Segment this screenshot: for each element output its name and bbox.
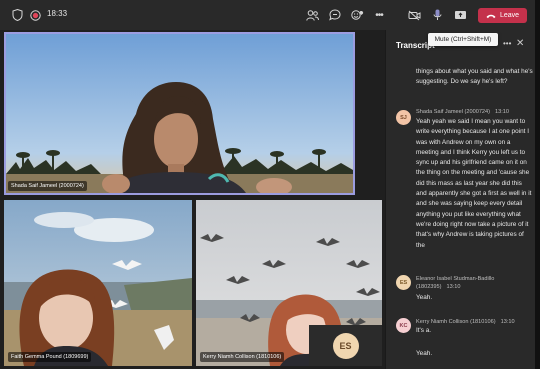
meeting-toolbar: 18:33 ••• Leave	[0, 0, 540, 30]
share-screen-icon[interactable]	[453, 8, 467, 22]
participant-tile-kerry[interactable]: Kerry Niamh Collison (1810106) ES	[196, 200, 382, 366]
leave-label: Leave	[499, 12, 520, 19]
transcript-text: It's a.	[416, 327, 432, 334]
speaker-name: Kerry Niamh Collison (1810106)	[416, 319, 496, 325]
message-time: 13:10	[446, 284, 461, 290]
transcript-panel: Transcript ••• ✕ things about what you s…	[385, 30, 540, 369]
participant-name-label: Shada Saif Jameel (2000724)	[8, 181, 87, 191]
camera-off-icon[interactable]	[407, 8, 421, 22]
message-time: 13:10	[495, 109, 510, 115]
transcript-header: Shada Saif Jameel (2000724) 13:10	[416, 108, 509, 116]
more-options-icon[interactable]: •••	[372, 8, 386, 22]
participant-name-label: Faith Gemma Pound (1809699)	[8, 352, 92, 362]
leave-button[interactable]: Leave	[478, 8, 527, 23]
speaker-avatar: SJ	[396, 110, 411, 125]
self-view-avatar: ES	[332, 332, 359, 359]
transcript-text: Yeah yeah we said I mean you want to wri…	[416, 118, 532, 249]
transcript-header: Kerry Niamh Collison (1810106) 13:10	[416, 318, 515, 326]
microphone-icon[interactable]	[430, 8, 444, 22]
self-view-initials: ES	[339, 340, 352, 351]
participant-tile-faith[interactable]: Faith Gemma Pound (1809699)	[4, 200, 192, 366]
transcript-header: Eleanor Isabel Studman-Badillo (1802395)…	[416, 275, 536, 291]
participant-video-shada	[6, 34, 353, 193]
more-options-icon[interactable]: •••	[503, 39, 511, 48]
message-time: 13:10	[500, 319, 515, 325]
speaker-initials: KC	[399, 322, 408, 329]
participant-name-label: Kerry Niamh Collison (1810106)	[200, 352, 285, 362]
speaker-name: Shada Saif Jameel (2000724)	[416, 109, 491, 115]
close-icon[interactable]: ✕	[516, 38, 524, 49]
speaker-avatar: ES	[396, 275, 411, 290]
video-stage: Shada Saif Jameel (2000724) Faith Gemma …	[0, 30, 385, 369]
meeting-timer: 18:33	[47, 9, 68, 18]
participants-icon[interactable]	[305, 8, 319, 22]
transcript-text: Yeah.	[416, 294, 433, 301]
participant-tile-shada[interactable]: Shada Saif Jameel (2000724)	[4, 32, 355, 195]
transcript-text: Yeah.	[416, 350, 433, 357]
recording-icon	[28, 8, 42, 22]
participant-video-faith	[4, 200, 192, 366]
reactions-icon[interactable]	[350, 8, 364, 22]
shield-icon[interactable]	[10, 8, 24, 22]
phone-hangup-icon	[486, 14, 496, 18]
speaker-avatar: KC	[396, 318, 411, 333]
transcript-text: things about what you said and what he's…	[416, 68, 533, 86]
speaker-initials: SJ	[400, 114, 407, 121]
chat-icon[interactable]	[328, 8, 342, 22]
window-edge	[535, 0, 540, 369]
self-view-tile[interactable]: ES	[309, 325, 382, 366]
speaker-initials: ES	[399, 279, 408, 286]
mute-tooltip: Mute (Ctrl+Shift+M)	[428, 33, 498, 46]
